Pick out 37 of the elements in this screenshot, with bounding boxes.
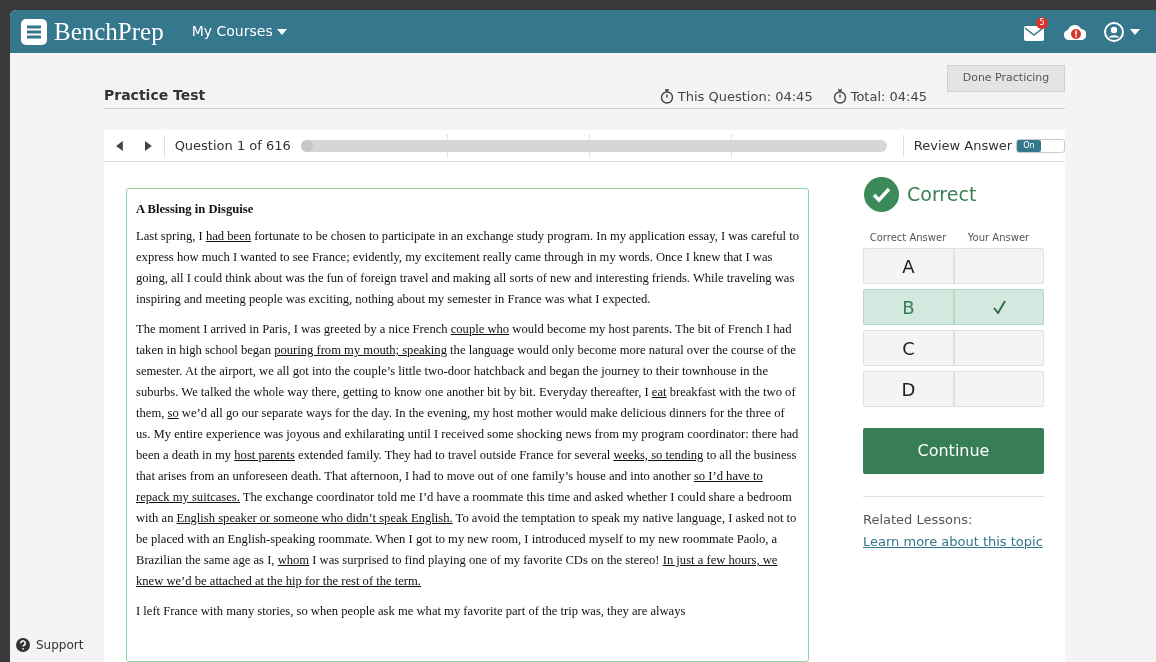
- answer-option: C: [863, 330, 953, 366]
- caret-icon: [276, 28, 287, 35]
- column-header: Correct Answer: [868, 231, 948, 245]
- continue-button[interactable]: Continue: [863, 428, 1044, 474]
- answer-option: A: [863, 248, 953, 284]
- answer-option: B: [863, 289, 953, 325]
- passage-paragraph: I left France with many stories, so when people ask me what my favorite part of the trip was, they are always: [136, 603, 687, 620]
- logo-icon: [20, 17, 48, 46]
- stopwatch-icon: [659, 88, 674, 104]
- next-arrow-icon[interactable]: [144, 140, 152, 151]
- help-icon: [16, 638, 30, 652]
- my-courses-menu[interactable]: My Courses: [191, 21, 287, 42]
- question-timer: This Question: 04:45: [677, 87, 813, 106]
- notification-badge: 5: [1036, 16, 1048, 29]
- previous-arrow-icon[interactable]: [116, 140, 123, 151]
- passage-paragraph: Last spring, I had been fortunate to be chosen to participate in an exchange study program. In my application essay, I was careful to express how much I wanted to see France; evidently, my excitement really came through in my words. Once I knew that I was going, all I could think about was the fun of foreign travel and making all sorts of new and interesting friends. While traveling was inspiring and meeting people was exciting, nothing about my semester in France was what I expected.: [136, 228, 799, 308]
- column-header: Your Answer: [966, 231, 1031, 245]
- review-answer-label: Review Answer: [913, 136, 1013, 155]
- stopwatch-icon: [832, 88, 847, 104]
- caret-icon: [1130, 28, 1140, 35]
- mail-icon[interactable]: [1024, 25, 1044, 41]
- page-title: Practice Test: [104, 86, 206, 105]
- done-practicing-button[interactable]: Done Practicing: [947, 65, 1065, 92]
- question-counter: Question 1 of 616: [174, 136, 291, 155]
- related-lessons-label: Related Lessons:: [863, 511, 974, 529]
- total-timer: Total: 04:45: [850, 87, 927, 106]
- passage-paragraph: The moment I arrived in Paris, I was greeted by a nice French couple who would become my host parents. The bit of French I had taken in high school began pouring from my mouth; speaking the language would only become more natural over the course of the semester. At the airport, we all got into the couple’s little two-door hatchback and began the journey to their townhouse in the suburbs. We talked the whole way there, getting to know one another bit by bit. Everyday thereafter, I eat breakfast with the two of them, so we’d all go our separate ways for the day. In the evening, my host mother would make delicious dinners for the three of us. My entire experience was joyous and exhilarating until I received some shocking news from my program coordinator: there had been a death in my host parents extended family. They had to travel outside France for several weeks, so tending to all the business that arises from an unforeseen death. That afternoon, I had to move out of one family’s house and into another so I’d have to repack my suitcases. The exchange coordinator told me I’d have a roommate this time and asked whether I could share a bedroom with an English speaker or someone who didn’t speak English. To avoid the temptation to speak my native language, I asked not to be placed with an English-speaking roommate. When I got to my new room, I introduced myself to my new roommate Paolo, a Brazilian the same age as I, whom I was surprised to find playing one of my favorite CDs on the stereo! In just a few hours, we knew we’d be attached at the hip for the rest of the term.: [136, 321, 799, 590]
- cloud-alert-icon[interactable]: [1064, 23, 1086, 40]
- result-status: Correct: [907, 182, 977, 208]
- brand-logo[interactable]: BenchPrep: [20, 17, 164, 46]
- user-icon: [1104, 21, 1124, 42]
- review-toggle[interactable]: On: [1016, 138, 1065, 153]
- passage-title: A Blessing in Disguise: [136, 201, 255, 218]
- account-menu[interactable]: [1104, 21, 1140, 42]
- related-lesson-link[interactable]: Learn more about this topic: [863, 531, 1044, 551]
- support-button[interactable]: Support: [16, 636, 84, 654]
- answer-option: D: [863, 371, 953, 407]
